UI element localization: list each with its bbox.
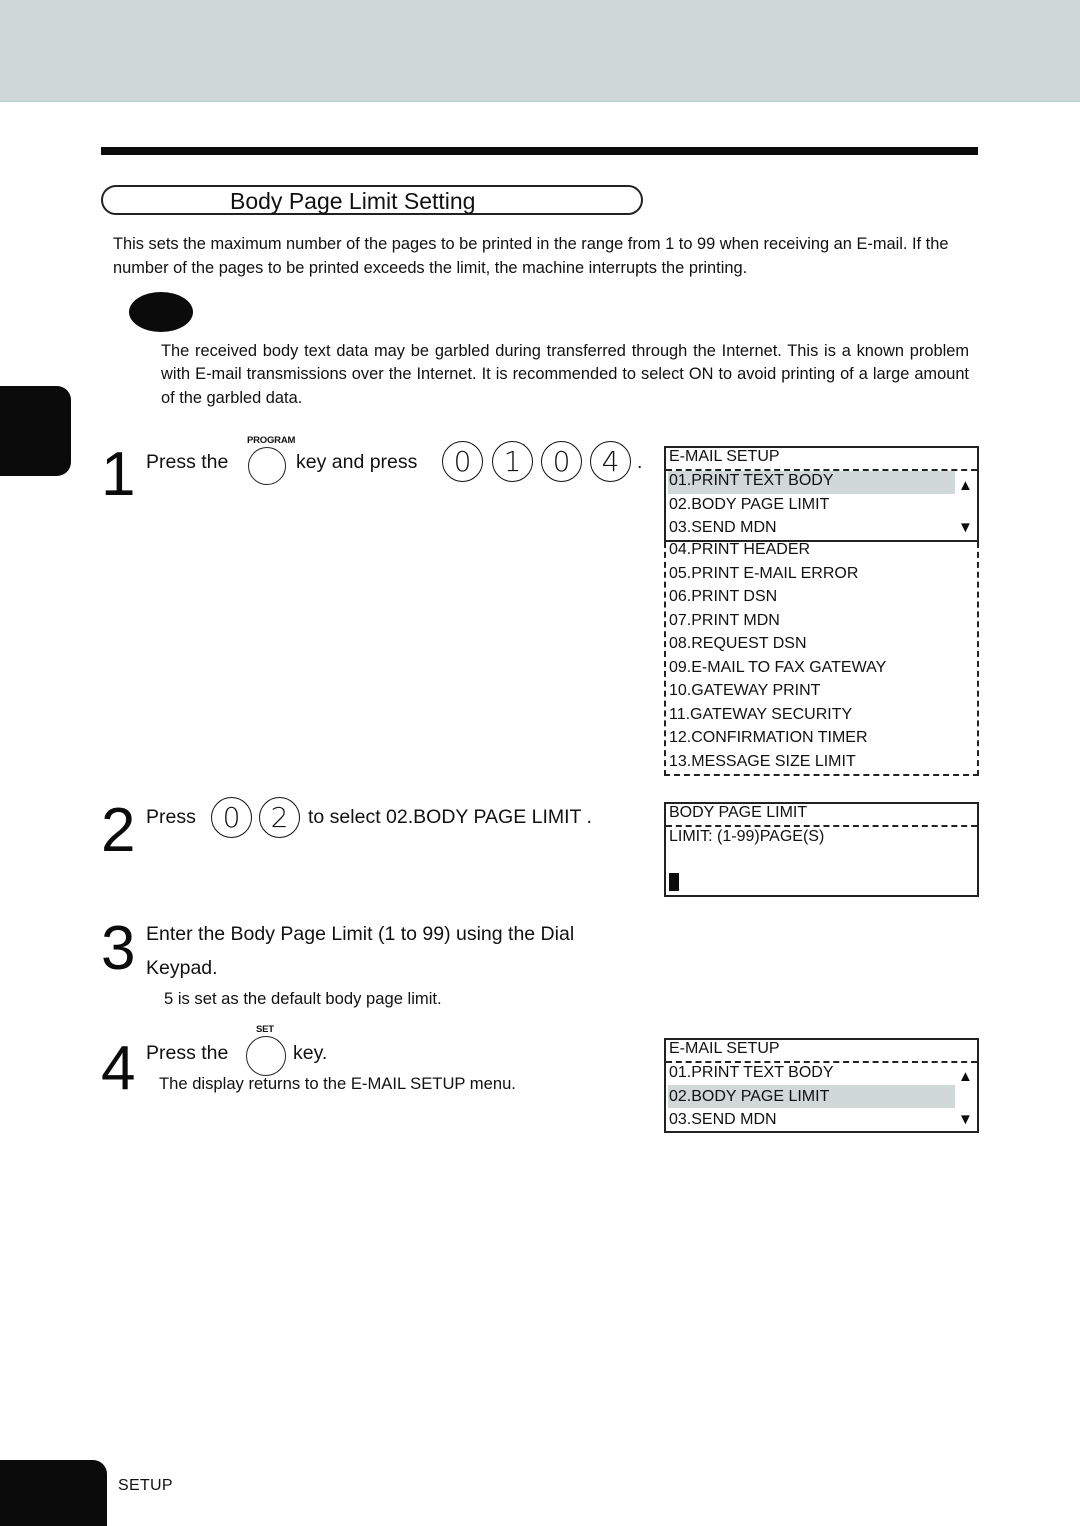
- program-key-label: PROGRAM: [247, 435, 296, 446]
- step-4-text-after: key.: [293, 1042, 328, 1064]
- digit-key-icon: 1: [492, 441, 533, 482]
- lcd-menu-item: 13.MESSAGE SIZE LIMIT: [669, 752, 856, 770]
- step-3-sub: 5 is set as the default body page limit.: [164, 989, 442, 1008]
- digit-key-icon: 0: [442, 441, 483, 482]
- step-3-line-1: Enter the Body Page Limit (1 to 99) usin…: [146, 923, 575, 945]
- program-key-icon: [248, 447, 286, 485]
- step-1-trailing: .: [637, 451, 643, 473]
- lcd-menu-item: 11.GATEWAY SECURITY: [669, 705, 853, 723]
- scroll-down-icon: ▼: [958, 519, 973, 536]
- lcd-menu-item[interactable]: 02.BODY PAGE LIMIT: [668, 493, 829, 516]
- digit-key-icon: 4: [590, 441, 631, 482]
- step-2-number: 2: [101, 796, 136, 865]
- lcd-title: BODY PAGE LIMIT: [669, 804, 808, 821]
- scroll-down-icon: ▼: [958, 1111, 973, 1128]
- lcd-menu-item[interactable]: 02.BODY PAGE LIMIT: [668, 1085, 829, 1108]
- lcd-menu-item: 10.GATEWAY PRINT: [669, 682, 821, 699]
- scroll-up-icon: ▲: [958, 477, 973, 494]
- lcd-menu-item[interactable]: 03.SEND MDN: [668, 516, 777, 539]
- step-4-number: 4: [101, 1034, 136, 1103]
- scroll-up-icon: ▲: [958, 1068, 973, 1085]
- step-1-text-before: Press the: [146, 451, 229, 473]
- step-1-text-after: key and press: [296, 451, 418, 473]
- digit-key-icon: 0: [211, 797, 252, 838]
- chapter-tab: [0, 386, 71, 476]
- step-4-text-before: Press the: [146, 1042, 229, 1064]
- set-key-label: SET: [256, 1024, 274, 1035]
- lcd-body-page-limit: BODY PAGE LIMIT LIMIT: (1-99)PAGE(S): [664, 802, 979, 897]
- lcd-menu-item: 05.PRINT E-MAIL ERROR: [669, 564, 859, 582]
- lcd-menu-item: 12.CONFIRMATION TIMER: [669, 729, 868, 746]
- lcd-title: E-MAIL SETUP: [669, 1040, 780, 1057]
- lcd-menu-item[interactable]: 01.PRINT TEXT BODY: [668, 469, 834, 492]
- digit-key-icon: 0: [541, 441, 582, 482]
- lcd-email-setup-1: E-MAIL SETUP 01.PRINT TEXT BODY 02.BODY …: [664, 446, 979, 542]
- step-1-number: 1: [101, 440, 136, 509]
- lcd-offscreen-list: 04.PRINT HEADER 05.PRINT E-MAIL ERROR 06…: [664, 541, 979, 776]
- footer-section-label: SETUP: [118, 1477, 173, 1494]
- intro-paragraph: This sets the maximum number of the page…: [113, 235, 949, 277]
- lcd-menu-item: 08.REQUEST DSN: [669, 635, 807, 652]
- step-2-text-after: to select 02.BODY PAGE LIMIT .: [308, 806, 592, 828]
- lcd-menu-item: 06.PRINT DSN: [669, 588, 778, 605]
- section-rule: [101, 147, 978, 155]
- step-2-text-before: Press: [146, 806, 196, 828]
- lcd-menu-item: 07.PRINT MDN: [669, 611, 780, 629]
- lcd-menu-item: 09.E-MAIL TO FAX GATEWAY: [669, 658, 887, 676]
- step-3-line-2: Keypad.: [146, 957, 218, 979]
- step-4-sub: The display returns to the E-MAIL SETUP …: [159, 1074, 516, 1093]
- header-band: [0, 0, 1080, 102]
- note-badge-icon: [129, 292, 193, 332]
- lcd-limit-prompt: LIMIT: (1-99)PAGE(S): [669, 828, 825, 845]
- lcd-menu-item[interactable]: 01.PRINT TEXT BODY: [668, 1061, 834, 1084]
- digit-key-icon: 2: [259, 797, 300, 838]
- set-key-icon: [246, 1036, 286, 1076]
- footer-tab: [0, 1460, 107, 1526]
- note-paragraph: The received body text data may be garbl…: [161, 342, 969, 407]
- lcd-menu-item: 04.PRINT HEADER: [669, 541, 811, 558]
- section-title: Body Page Limit Setting: [230, 188, 476, 214]
- step-3-number: 3: [101, 914, 136, 983]
- lcd-menu-item[interactable]: 03.SEND MDN: [668, 1108, 777, 1131]
- lcd-email-setup-2: E-MAIL SETUP 01.PRINT TEXT BODY 02.BODY …: [664, 1038, 979, 1133]
- lcd-title: E-MAIL SETUP: [669, 448, 780, 465]
- input-cursor[interactable]: [669, 873, 679, 891]
